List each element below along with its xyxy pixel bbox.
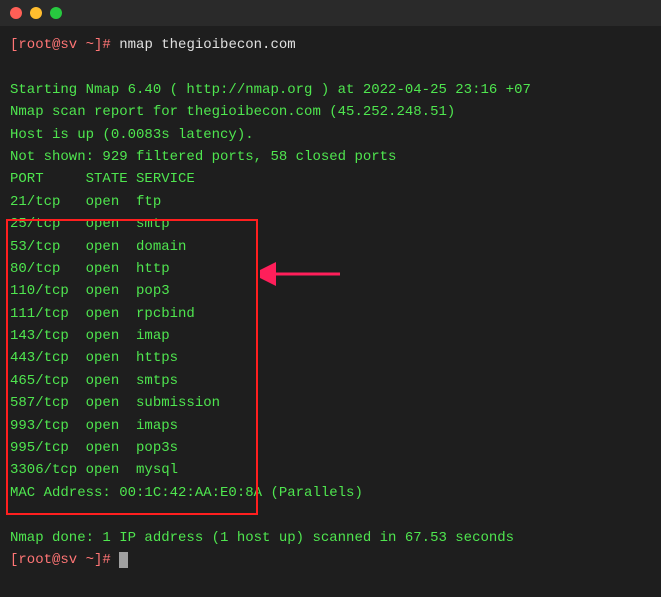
titlebar (0, 0, 661, 26)
cursor-icon (119, 552, 128, 568)
port-row: 3306/tcp open mysql (10, 459, 651, 481)
port-row: 587/tcp open submission (10, 392, 651, 414)
maximize-icon[interactable] (50, 7, 62, 19)
output-scan-report: Nmap scan report for thegioibecon.com (4… (10, 101, 651, 123)
output-header: PORT STATE SERVICE (10, 168, 651, 190)
prompt-user-host: [root@sv ~]# (10, 37, 111, 53)
port-row: 25/tcp open smtp (10, 213, 651, 235)
port-table: 21/tcp open ftp 25/tcp open smtp 53/tcp … (10, 191, 651, 482)
port-row: 443/tcp open https (10, 347, 651, 369)
prompt-line-2: [root@sv ~]# (10, 549, 651, 571)
prompt-line: [root@sv ~]# nmap thegioibecon.com (10, 34, 651, 56)
output-not-shown: Not shown: 929 filtered ports, 58 closed… (10, 146, 651, 168)
port-row: 465/tcp open smtps (10, 370, 651, 392)
terminal-window: [root@sv ~]# nmap thegioibecon.com Start… (0, 0, 661, 597)
port-row: 143/tcp open imap (10, 325, 651, 347)
output-host-up: Host is up (0.0083s latency). (10, 124, 651, 146)
port-row: 110/tcp open pop3 (10, 280, 651, 302)
prompt-user-host: [root@sv ~]# (10, 552, 111, 568)
minimize-icon[interactable] (30, 7, 42, 19)
close-icon[interactable] (10, 7, 22, 19)
port-row: 53/tcp open domain (10, 236, 651, 258)
command-text: nmap thegioibecon.com (119, 37, 295, 53)
port-row: 995/tcp open pop3s (10, 437, 651, 459)
output-done: Nmap done: 1 IP address (1 host up) scan… (10, 527, 651, 549)
terminal-body[interactable]: [root@sv ~]# nmap thegioibecon.com Start… (0, 26, 661, 579)
port-row: 21/tcp open ftp (10, 191, 651, 213)
output-starting: Starting Nmap 6.40 ( http://nmap.org ) a… (10, 79, 651, 101)
port-row: 111/tcp open rpcbind (10, 303, 651, 325)
port-row: 993/tcp open imaps (10, 415, 651, 437)
output-mac: MAC Address: 00:1C:42:AA:E0:8A (Parallel… (10, 482, 651, 504)
port-row: 80/tcp open http (10, 258, 651, 280)
